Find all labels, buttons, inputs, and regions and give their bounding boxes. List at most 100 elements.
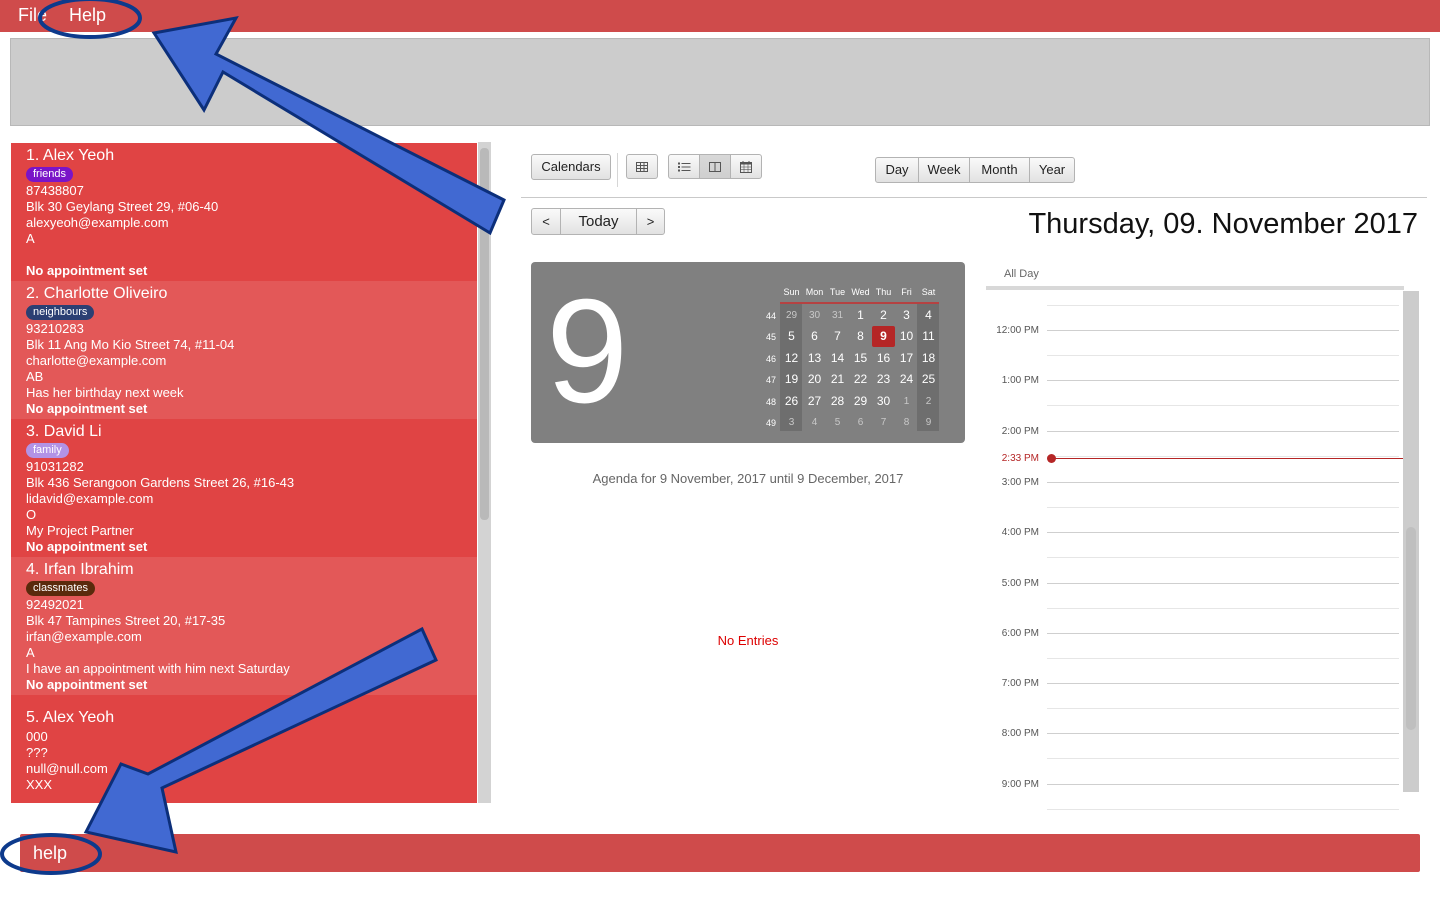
person-detail: alexyeoh@example.com <box>26 215 169 230</box>
mini-calendar-day[interactable]: 6 <box>803 326 826 347</box>
mini-calendar-day[interactable]: 29 <box>849 391 872 412</box>
mini-calendar-day[interactable]: 24 <box>895 369 918 390</box>
person-card[interactable]: 4. Irfan Ibrahim classmates 92492021 Blk 47… <box>11 557 477 695</box>
list-scrollbar-thumb[interactable] <box>480 148 489 520</box>
all-day-row[interactable] <box>986 286 1404 290</box>
hour-label: 6:00 PM <box>1001 627 1039 639</box>
person-tag: neighbours <box>26 305 95 320</box>
person-name: 1. Alex Yeoh <box>26 147 115 164</box>
mini-calendar-day[interactable]: 21 <box>826 369 849 390</box>
mini-calendar-day[interactable]: 9 <box>917 412 940 433</box>
person-detail: 87438807 <box>26 183 84 198</box>
command-box[interactable] <box>20 834 1420 872</box>
mini-calendar-day[interactable]: 10 <box>895 326 918 347</box>
mini-calendar-day[interactable]: 18 <box>917 348 940 369</box>
calendar-view-button[interactable] <box>730 154 762 179</box>
mini-calendar-week-number: 47 <box>765 375 776 386</box>
calendars-button[interactable]: Calendars <box>531 154 611 180</box>
mini-calendar-day[interactable]: 8 <box>895 412 918 433</box>
half-hour-line <box>1047 657 1399 659</box>
mini-calendar-day[interactable]: 4 <box>917 305 940 326</box>
current-time-line <box>1052 458 1403 459</box>
mini-calendar-day[interactable]: 15 <box>849 348 872 369</box>
hour-label: 4:00 PM <box>1001 527 1039 539</box>
person-card[interactable]: 5. Alex Yeoh 000??? null@null.com XXX <box>11 705 477 803</box>
person-card[interactable]: 2. Charlotte Oliveiro neighbours 93210283 B… <box>11 281 477 419</box>
mini-calendar-day[interactable]: 28 <box>826 391 849 412</box>
mini-calendar-day[interactable]: 30 <box>803 305 826 326</box>
mini-calendar-day[interactable]: 22 <box>849 369 872 390</box>
previous-date-button[interactable]: < <box>531 208 561 235</box>
mini-calendar-day[interactable]: 27 <box>803 391 826 412</box>
person-card[interactable]: 1. Alex Yeoh friends 87438807 Blk 30 Geylan… <box>11 143 477 281</box>
person-card[interactable]: 3. David Li family 91031282 Blk 436 Serango… <box>11 419 477 557</box>
mini-calendar-day[interactable]: 14 <box>826 348 849 369</box>
mini-calendar-day[interactable]: 8 <box>849 326 872 347</box>
result-display <box>10 38 1430 126</box>
menu-file[interactable]: File <box>18 5 47 26</box>
person-tag: friends <box>26 167 74 182</box>
year-view-button[interactable]: Year <box>1029 157 1075 183</box>
person-detail: My Project Partner <box>26 523 134 538</box>
mini-calendar-day[interactable]: 4 <box>803 412 826 433</box>
person-detail: 000 <box>26 729 48 744</box>
mini-calendar-day[interactable]: 13 <box>803 348 826 369</box>
hour-line <box>1047 481 1399 483</box>
mini-calendar-week-number: 45 <box>765 332 776 343</box>
mini-calendar-day[interactable]: 3 <box>895 305 918 326</box>
month-view-button[interactable]: Month <box>969 157 1030 183</box>
mini-calendar-day[interactable]: 19 <box>780 369 803 390</box>
person-detail: A <box>26 645 35 660</box>
week-view-button[interactable]: Week <box>918 157 970 183</box>
mini-calendar-weekday: Tue <box>829 287 846 297</box>
mini-calendar-day[interactable]: 12 <box>780 348 803 369</box>
list-view-button[interactable] <box>668 154 700 179</box>
mini-calendar-day[interactable]: 2 <box>917 391 940 412</box>
person-detail: XXX <box>26 777 53 792</box>
mini-calendar-day[interactable]: 23 <box>872 369 895 390</box>
mini-calendar-day[interactable]: 3 <box>780 412 803 433</box>
mini-calendar-day[interactable]: 1 <box>849 305 872 326</box>
mini-calendar-day[interactable]: 1 <box>895 391 918 412</box>
hour-line <box>1047 683 1399 685</box>
mini-calendar-day[interactable]: 7 <box>826 326 849 347</box>
mini-calendar-day[interactable]: 2 <box>872 305 895 326</box>
mini-calendar-day[interactable]: 30 <box>872 391 895 412</box>
mini-calendar-day[interactable]: 25 <box>917 369 940 390</box>
person-appointment: No appointment set <box>26 263 148 278</box>
mini-calendar-week-number: 44 <box>765 311 776 321</box>
mini-calendar-day[interactable]: 20 <box>803 369 826 390</box>
person-tag: family <box>26 443 69 458</box>
hour-label: 3:00 PM <box>1001 476 1039 488</box>
next-date-button[interactable]: > <box>636 208 665 235</box>
mini-calendar-weekday: Sun <box>783 287 800 297</box>
person-detail: A <box>26 231 35 246</box>
mini-calendar-week-number: 49 <box>765 418 776 428</box>
mini-calendar-day[interactable]: 7 <box>872 412 895 433</box>
mini-calendar-day[interactable]: 9 <box>872 326 895 348</box>
day-view-scrollbar-thumb[interactable] <box>1406 527 1416 730</box>
half-hour-line <box>1047 708 1399 710</box>
menu-help[interactable]: Help <box>69 5 106 26</box>
mini-calendar-day[interactable]: 16 <box>872 348 895 369</box>
calendar-icon <box>740 161 752 173</box>
person-detail: irfan@example.com <box>26 629 142 644</box>
hour-line <box>1047 430 1399 432</box>
hour-line <box>1047 532 1399 534</box>
command-input-text[interactable]: help <box>33 843 67 864</box>
mini-calendar-day[interactable]: 31 <box>826 305 849 326</box>
mini-calendar-day[interactable]: 26 <box>780 391 803 412</box>
mini-calendar-day[interactable]: 17 <box>895 348 918 369</box>
toolbar-divider <box>617 153 618 187</box>
mini-calendar-day[interactable]: 6 <box>849 412 872 433</box>
current-time-label: 2:33 PM <box>1001 453 1039 464</box>
mini-calendar-day[interactable]: 5 <box>826 412 849 433</box>
mini-calendar-day[interactable]: 29 <box>780 305 803 326</box>
day-view-button[interactable]: Day <box>875 157 919 183</box>
mini-calendar-day[interactable]: 11 <box>917 326 940 347</box>
today-button[interactable]: Today <box>560 208 637 235</box>
mini-calendar-weekday: Wed <box>851 287 870 297</box>
grid-view-button[interactable] <box>626 154 658 179</box>
columns-view-button[interactable] <box>699 154 731 179</box>
mini-calendar-day[interactable]: 5 <box>780 326 803 347</box>
